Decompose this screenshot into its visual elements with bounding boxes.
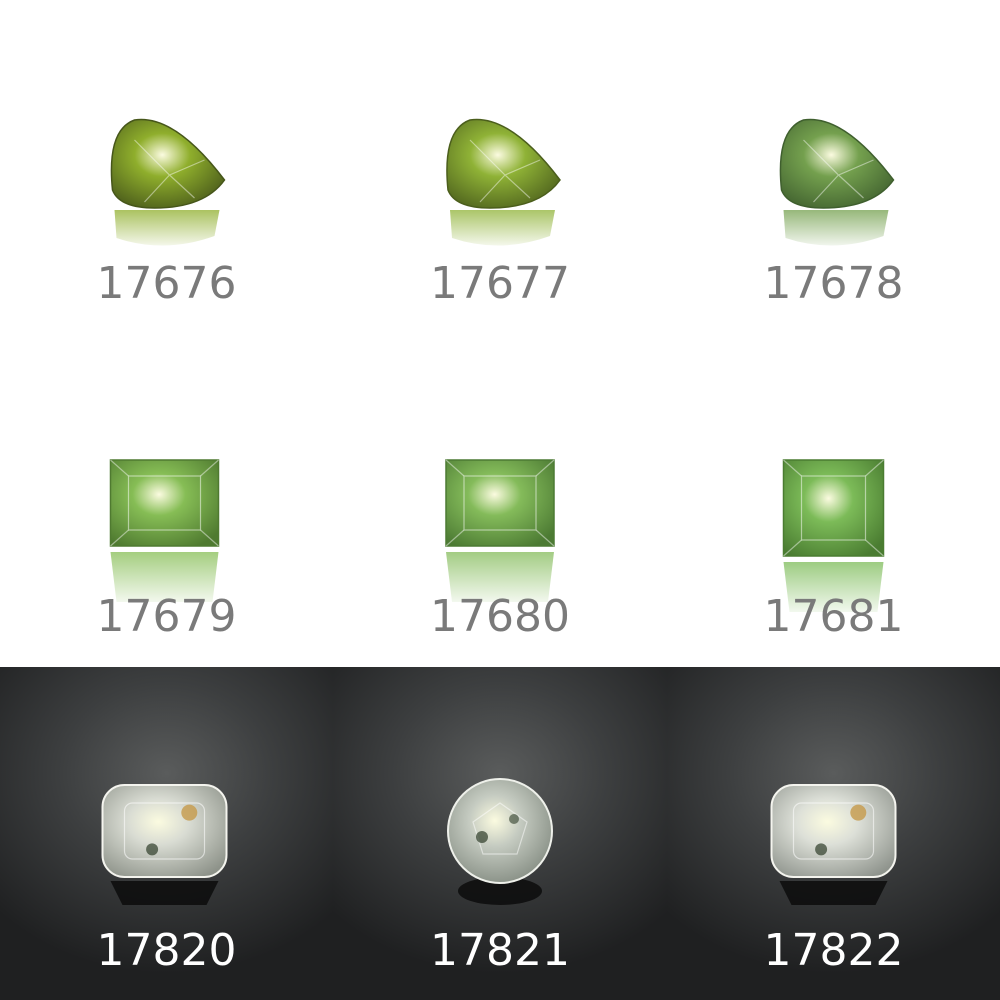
- gemstone: [445, 459, 555, 602]
- gem-grid: 17676 17677 17678 17679 17680 17681 1782…: [0, 0, 1000, 1000]
- gem-id-label: 17681: [763, 591, 904, 642]
- gem-tile-17678: 17678: [667, 0, 1000, 333]
- gemstone: [779, 118, 895, 246]
- gem-tile-17679: 17679: [0, 333, 333, 667]
- gem-id-label: 17680: [430, 591, 570, 642]
- gem-tile-17680: 17680: [333, 333, 667, 667]
- gemstone: [110, 118, 226, 246]
- gem-tile-17676: 17676: [0, 0, 333, 333]
- gemstone: [782, 459, 885, 612]
- gemstone: [109, 459, 220, 602]
- gem-tile-17820: 17820: [0, 667, 333, 1000]
- gem-id-label: 17677: [430, 258, 570, 309]
- gem-id-label: 17679: [96, 591, 237, 642]
- gem-tile-17822: 17822: [667, 667, 1000, 1000]
- gem-id-label: 17822: [763, 925, 904, 976]
- gem-id-label: 17676: [96, 258, 237, 309]
- gem-tile-17677: 17677: [333, 0, 667, 333]
- gemstone: [770, 784, 897, 905]
- gem-tile-17681: 17681: [667, 333, 1000, 667]
- gem-id-label: 17820: [96, 925, 237, 976]
- gem-tile-17821: 17821: [333, 667, 667, 1000]
- gem-id-label: 17678: [763, 258, 904, 309]
- gemstone: [101, 784, 228, 905]
- gem-id-label: 17821: [430, 925, 570, 976]
- gemstone: [447, 778, 553, 905]
- gemstone: [446, 118, 561, 246]
